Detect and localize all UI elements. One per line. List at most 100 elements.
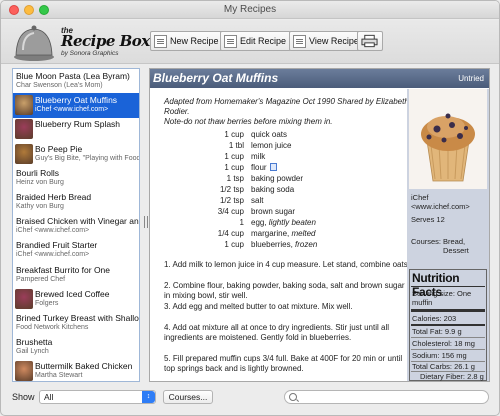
nutrition-facts: Nutrition Facts Serving size: One muffin… xyxy=(409,269,487,381)
nutrition-sodium: Sodium: 156 mg xyxy=(412,351,467,360)
recipe-list-item-name: Brandied Fruit Starter xyxy=(16,240,98,251)
logo-title: Recipe Box xyxy=(61,32,150,50)
recipe-note-text: Note-do not thaw berries before mixing t… xyxy=(164,117,333,126)
ingredient-name: blueberries, frozen xyxy=(251,240,317,249)
app-header: the Recipe Box by Sonora Graphics New Re… xyxy=(1,20,499,64)
ingredient-item: salt xyxy=(251,196,264,205)
recipe-thumbnail xyxy=(15,95,33,116)
nutrition-rule xyxy=(411,286,485,287)
recipe-list-item-name: Brewed Iced Coffee xyxy=(35,288,110,299)
show-filter-value: All xyxy=(44,392,54,402)
instruction-step: 5. Fill prepared muffin cups 3/4 full. B… xyxy=(164,354,403,373)
recipe-list-item-name: Buttermilk Baked Chicken xyxy=(35,361,133,372)
recipe-thumbnail xyxy=(15,119,33,140)
courses-label: Courses: xyxy=(411,237,442,246)
show-filter-select[interactable]: All ↕ xyxy=(39,390,156,404)
ingredient-item: baking powder xyxy=(251,174,304,183)
recipe-info-panel: iChef <www.ichef.com> Serves 12 Courses:… xyxy=(407,89,489,381)
ingredient-name: lemon juice xyxy=(251,141,291,150)
recipe-list-item[interactable]: Brewed Iced Coffee Folgers xyxy=(13,287,139,312)
recipe-intro-text: Adapted from Homemaker's Magazine Oct 19… xyxy=(164,97,409,116)
linked-recipe-icon[interactable] xyxy=(269,163,277,171)
split-view-handle[interactable] xyxy=(144,216,148,228)
ingredient-name: brown sugar xyxy=(251,207,295,216)
ingredient-note: lightly beaten xyxy=(268,218,316,227)
ingredient-quantity: 3/4 cup xyxy=(217,207,244,216)
recipe-list-item[interactable]: Breakfast Burrito for One Pampered Chef xyxy=(13,263,139,288)
nutrition-total-carbs: Total Carbs: 26.1 g xyxy=(412,362,475,371)
app-window: My Recipes the Recipe Box by Sonora Grap… xyxy=(0,0,500,416)
ingredient-row: 1 cup blueberries, frozen xyxy=(150,240,410,251)
ingredient-row: 3/4 cup brown sugar xyxy=(150,207,410,218)
cloche-logo-icon xyxy=(14,25,54,61)
logo-subtitle: by Sonora Graphics xyxy=(61,50,119,57)
recipe-list-item[interactable]: Braised Chicken with Vinegar and ...iChe… xyxy=(13,214,139,239)
edit-recipe-button[interactable]: Edit Recipe xyxy=(220,31,292,51)
recipe-list-item[interactable]: Bo Peep Pie Guy's Big Bite, "Playing with… xyxy=(13,142,139,167)
ingredient-item: blueberries, xyxy=(251,240,296,249)
recipe-list-item-name: Braised Chicken with Vinegar and ... xyxy=(16,216,139,227)
recipe-list-item[interactable]: Blue Moon Pasta (Lea Byram) Char Swenson … xyxy=(13,69,139,94)
print-button[interactable] xyxy=(357,31,383,51)
instruction-step: 2. Combine flour, baking powder, baking … xyxy=(164,281,405,300)
instruction-step: 1. Add milk to lemon juice in 4 cup meas… xyxy=(164,260,410,269)
ingredient-name: margarine, melted xyxy=(251,229,315,238)
ingredient-name: baking soda xyxy=(251,185,294,194)
recipe-list-item-source: Pampered Chef xyxy=(16,275,66,283)
recipe-list-item[interactable]: Brandied Fruit Starter iChef <www.ichef.c… xyxy=(13,238,139,263)
recipe-list-item[interactable]: Bourli Rolls Heinz von Burg xyxy=(13,166,139,191)
ingredient-quantity: 1 cup xyxy=(224,163,244,172)
recipe-list-item[interactable]: Blueberry Rum Splash xyxy=(13,117,139,142)
ingredient-name: salt xyxy=(251,196,263,205)
nutrition-rule-thick xyxy=(411,324,485,326)
title-bar: My Recipes xyxy=(1,1,499,19)
recipe-list-item-name: Blue Moon Pasta (Lea Byram) xyxy=(16,71,130,81)
search-icon xyxy=(289,393,297,401)
ingredient-item: milk xyxy=(251,152,266,161)
ingredient-row: 1 cup milk xyxy=(150,152,410,163)
window-title: My Recipes xyxy=(223,4,277,15)
recipe-thumbnail xyxy=(15,361,33,381)
recipe-detail-pane: Blueberry Oat Muffins Untried Adapted fr… xyxy=(149,68,490,382)
ingredient-quantity: 1 cup xyxy=(224,152,244,161)
recipe-title: Blueberry Oat Muffins xyxy=(153,71,279,85)
recipe-list-item[interactable]: Blueberry Oat Muffins iChef <www.ichef.co… xyxy=(13,93,139,119)
edit-recipe-icon xyxy=(224,34,237,48)
recipe-list-item-name: Bo Peep Pie xyxy=(35,143,83,154)
printer-icon xyxy=(361,34,378,48)
ingredient-row: 1/4 cup margarine, melted xyxy=(150,229,410,240)
recipe-list[interactable]: Blue Moon Pasta (Lea Byram) Char Swenson … xyxy=(12,68,140,382)
recipe-list-item[interactable]: Buttermilk Baked Chicken Martha Stewart xyxy=(13,359,139,381)
recipe-list-item-source: iChef <www.ichef.com> xyxy=(16,251,90,259)
select-arrows-icon: ↕ xyxy=(142,391,155,403)
ingredient-item: lemon juice xyxy=(251,141,292,150)
ingredient-quantity: 1 cup xyxy=(224,240,244,249)
new-recipe-icon xyxy=(154,34,167,48)
ingredient-row: 1 cup quick oats xyxy=(150,130,410,141)
ingredient-name: baking powder xyxy=(251,174,303,183)
recipe-header-bar: Blueberry Oat Muffins Untried xyxy=(150,69,489,88)
ingredient-name: quick oats xyxy=(251,130,287,139)
ingredient-item: brown sugar xyxy=(251,207,296,216)
new-recipe-button[interactable]: New Recipe xyxy=(150,31,224,51)
ingredient-item: quick oats xyxy=(251,130,288,139)
recipe-list-item[interactable]: Brushetta Gail Lynch xyxy=(13,335,139,360)
recipe-serves: Serves 12 xyxy=(411,215,445,224)
ingredient-item: margarine, xyxy=(251,229,292,238)
recipe-list-item-name: Brushetta xyxy=(16,337,53,348)
nutrition-dietary-fiber: Dietary Fiber: 2.8 g xyxy=(420,372,484,381)
recipe-source: iChef <www.ichef.com> xyxy=(411,193,470,211)
recipe-list-item-source: Martha Stewart xyxy=(35,372,83,380)
recipe-list-item[interactable]: Brined Turkey Breast with Shallot ... Foo… xyxy=(13,311,139,336)
recipe-thumbnail xyxy=(15,288,33,309)
search-field[interactable] xyxy=(284,390,489,404)
ingredient-quantity: 1 tbl xyxy=(228,141,244,150)
nutrition-serving: Serving size: One muffin xyxy=(412,289,472,307)
recipe-list-item-source: Gail Lynch xyxy=(16,348,49,356)
courses-button[interactable]: Courses... xyxy=(163,390,213,404)
recipe-list-item-source: iChef <www.ichef.com> xyxy=(16,227,90,235)
recipe-list-item[interactable]: Braided Herb Bread Kathy von Burg xyxy=(13,190,139,215)
view-recipe-button[interactable]: View Recipe xyxy=(289,31,364,51)
ingredient-quantity: 1/2 tsp xyxy=(219,196,244,205)
recipe-list-item-source: Heinz von Burg xyxy=(16,178,64,186)
